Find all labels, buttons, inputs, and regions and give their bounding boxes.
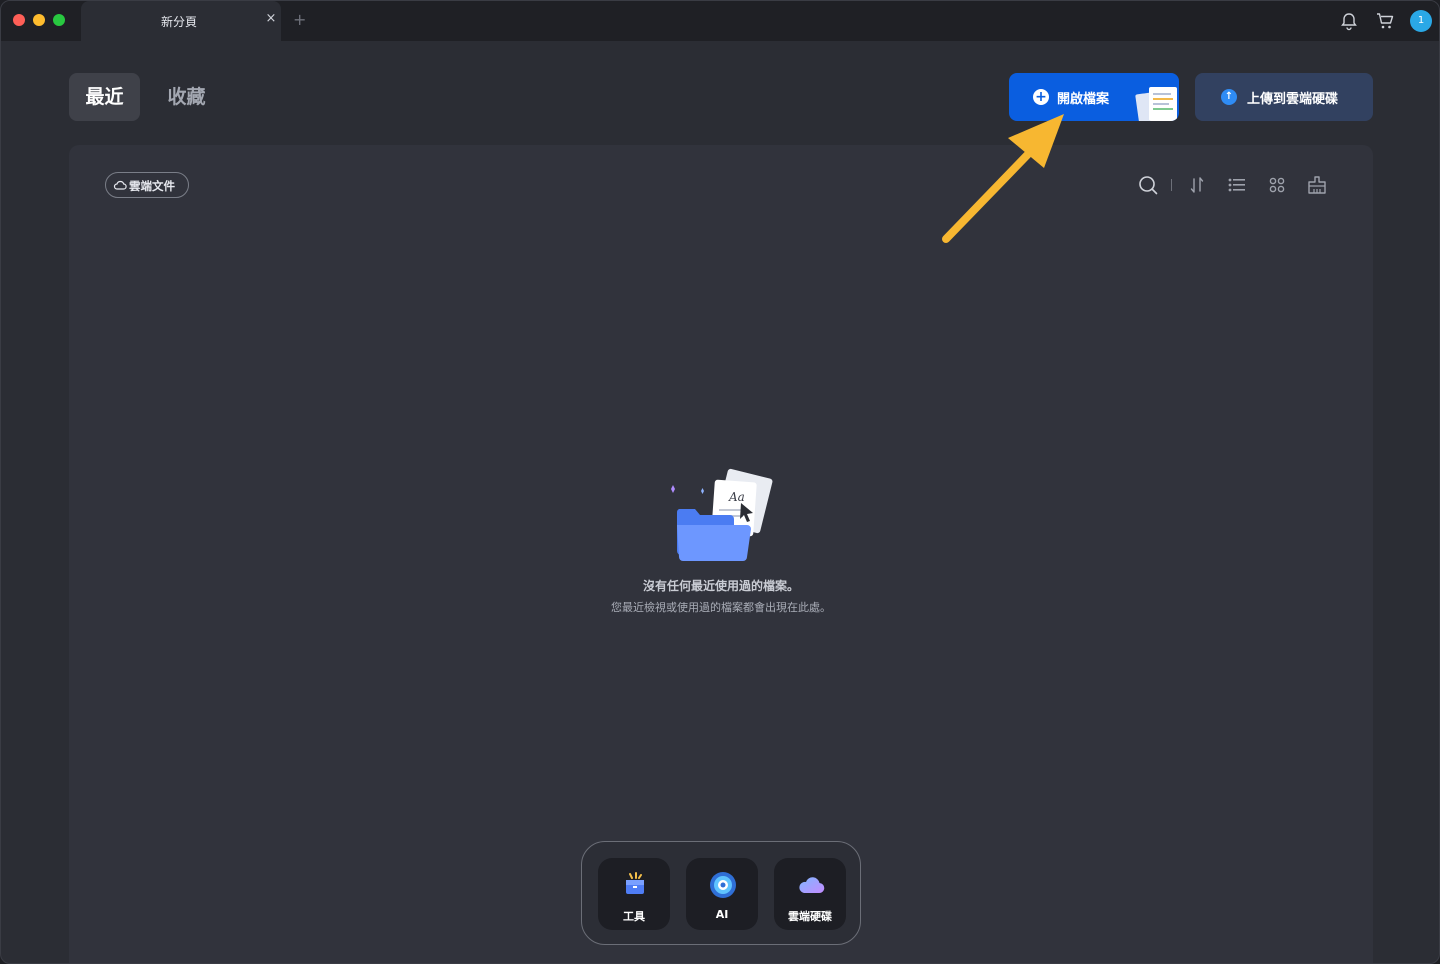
new-tab-icon[interactable]: + [293, 11, 306, 29]
tab-recent[interactable]: 最近 [69, 73, 140, 121]
empty-state-title: 沒有任何最近使用過的檔案。 [642, 579, 799, 593]
upload-arrow-icon: ↑ [1221, 89, 1237, 105]
notification-bell-icon[interactable] [1339, 11, 1359, 31]
open-file-label: 開啟檔案 [1057, 92, 1110, 107]
cart-icon[interactable] [1375, 11, 1395, 31]
cloud-icon [113, 180, 127, 190]
search-icon[interactable] [1137, 174, 1159, 196]
minimize-window-button[interactable] [33, 14, 45, 26]
svg-text:Aa: Aa [728, 490, 745, 504]
sort-icon[interactable] [1186, 174, 1208, 196]
dock-item-label: 工具 [623, 910, 645, 923]
ai-orb-icon [710, 872, 736, 898]
close-window-button[interactable] [13, 14, 25, 26]
tab-new[interactable]: 新分頁 × [81, 1, 281, 41]
tab-favorites[interactable]: 收藏 [151, 73, 222, 121]
upload-label: 上傳到雲端硬碟 [1247, 92, 1339, 107]
avatar[interactable]: 1 [1410, 10, 1432, 32]
grid-view-icon[interactable] [1266, 174, 1288, 196]
dock-item-tools[interactable]: 工具 [598, 858, 670, 930]
bottom-dock: 工具 AI 雲端硬碟 [581, 841, 861, 945]
dock-item-label: AI [715, 908, 729, 921]
cloud-documents-filter[interactable]: 雲端文件 [105, 172, 189, 198]
title-bar: 新分頁 × + 1 [1, 1, 1439, 41]
clear-history-icon[interactable] [1306, 174, 1328, 196]
toolbar-divider [1171, 179, 1172, 191]
tab-title: 新分頁 [161, 15, 198, 29]
documents-illustration-icon [1135, 87, 1177, 121]
dock-item-ai[interactable]: AI [686, 858, 758, 930]
tab-close-icon[interactable]: × [263, 11, 279, 27]
empty-folder-illustration-icon: Aa [671, 468, 773, 561]
empty-state-subtitle: 您最近檢視或使用過的檔案都會出現在此處。 [611, 601, 831, 614]
upload-to-cloud-button[interactable]: ↑ 上傳到雲端硬碟 [1195, 73, 1373, 121]
app-window: 新分頁 × + 1 最近 收藏 + 開啟檔案 ↑ 上傳到雲端硬碟 雲端文件 Aa… [0, 0, 1440, 964]
cloud-drive-icon [799, 877, 825, 894]
dock-item-label: 雲端硬碟 [788, 910, 832, 923]
toolbox-icon [626, 872, 644, 894]
pointer-arrow-annotation-icon [942, 114, 1064, 243]
plus-circle-icon: + [1033, 89, 1049, 105]
cloud-documents-label: 雲端文件 [129, 179, 175, 193]
zoom-window-button[interactable] [53, 14, 65, 26]
list-view-icon[interactable] [1226, 174, 1248, 196]
dock-item-cloud-drive[interactable]: 雲端硬碟 [774, 858, 846, 930]
